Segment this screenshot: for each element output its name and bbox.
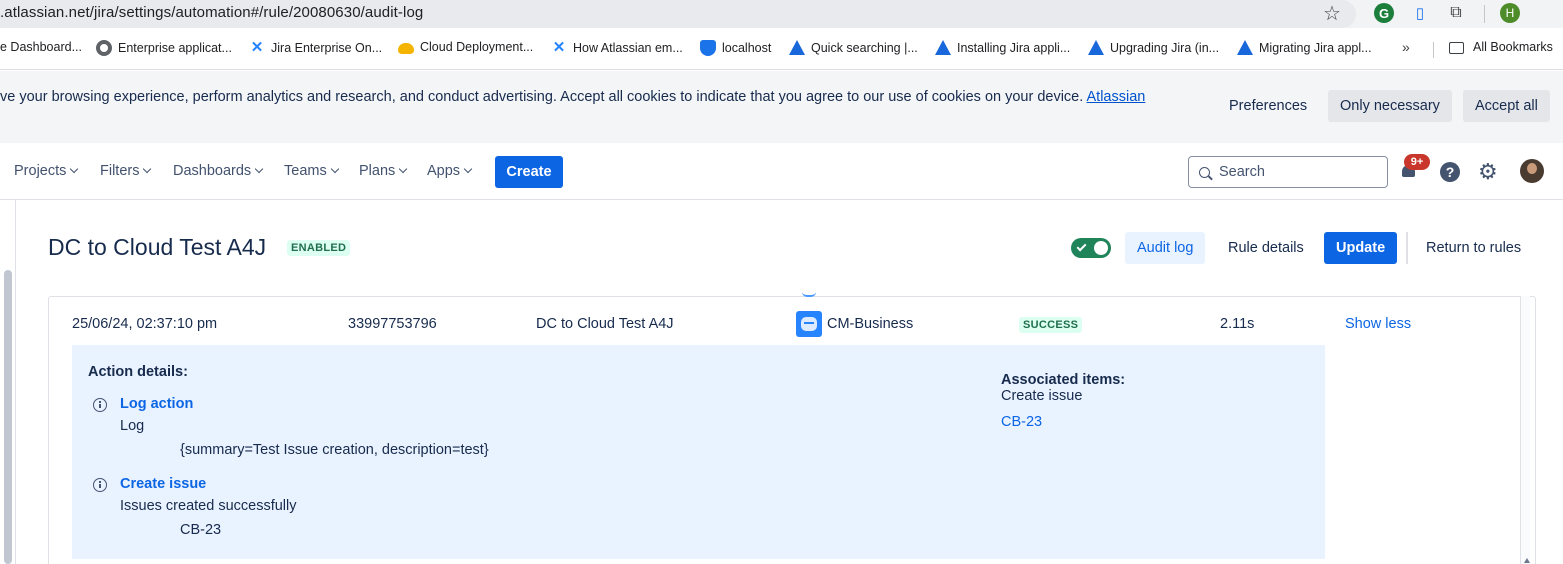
create-issue-link[interactable]: Create issue bbox=[120, 476, 206, 492]
log-action-link[interactable]: Log action bbox=[120, 396, 193, 412]
nav-dashboards[interactable]: Dashboards bbox=[173, 163, 264, 179]
show-less-link[interactable]: Show less bbox=[1345, 316, 1411, 332]
toolbar-divider bbox=[1484, 5, 1485, 23]
bookmark-item[interactable]: ✕ Jira Enterprise On... bbox=[249, 40, 382, 56]
action-line: Log bbox=[120, 418, 145, 434]
page-title: DC to Cloud Test A4J bbox=[48, 234, 267, 260]
rule-status-badge: ENABLED bbox=[287, 240, 351, 256]
jira-top-nav: Projects Filters Dashboards Teams Plans … bbox=[0, 143, 1563, 200]
chevron-down-icon bbox=[399, 164, 408, 174]
bookmark-item[interactable]: Migrating Jira appl... bbox=[1237, 40, 1372, 55]
info-icon bbox=[93, 398, 107, 412]
nav-plans[interactable]: Plans bbox=[359, 163, 408, 179]
sidebar-scrollbar[interactable] bbox=[4, 270, 12, 564]
header-divider bbox=[1406, 232, 1408, 264]
audit-rule-name: DC to Cloud Test A4J bbox=[536, 316, 674, 332]
folder-icon bbox=[1449, 42, 1464, 54]
atlassian-icon bbox=[789, 40, 805, 55]
bookmark-item[interactable]: ✕ How Atlassian em... bbox=[551, 40, 683, 56]
bookmark-item[interactable]: localhost bbox=[700, 40, 771, 56]
check-icon bbox=[1076, 241, 1087, 252]
bookmarks-divider bbox=[1433, 42, 1434, 58]
chevron-down-icon bbox=[330, 164, 339, 174]
audit-project: CM-Business bbox=[827, 316, 914, 332]
associated-items-heading: Associated items: bbox=[1001, 372, 1126, 388]
atlassian-icon bbox=[1237, 40, 1253, 55]
address-bar[interactable]: .atlassian.net/jira/settings/automation#… bbox=[0, 0, 1356, 28]
chevron-down-icon bbox=[463, 164, 473, 174]
search-input[interactable] bbox=[1219, 164, 1369, 180]
bookmark-item[interactable]: Upgrading Jira (in... bbox=[1088, 40, 1219, 55]
jira-icon: ✕ bbox=[552, 39, 566, 56]
audit-log-scrollbar[interactable] bbox=[1520, 296, 1530, 564]
update-button[interactable]: Update bbox=[1324, 232, 1398, 264]
audit-id: 33997753796 bbox=[348, 316, 437, 332]
project-avatar-icon bbox=[796, 311, 822, 337]
bookmark-item[interactable]: Installing Jira appli... bbox=[935, 40, 1070, 55]
nav-apps[interactable]: Apps bbox=[427, 163, 473, 179]
return-to-rules-button[interactable]: Return to rules bbox=[1414, 232, 1533, 264]
toggle-knob bbox=[1094, 241, 1108, 255]
search-box[interactable] bbox=[1188, 156, 1388, 188]
scroll-down-arrow-icon[interactable] bbox=[1524, 558, 1530, 563]
bookmark-item[interactable]: e Dashboard... bbox=[0, 40, 82, 54]
user-avatar[interactable] bbox=[1520, 159, 1544, 183]
bookmark-item[interactable]: Enterprise applicat... bbox=[96, 40, 232, 56]
nav-teams[interactable]: Teams bbox=[284, 163, 339, 179]
action-details-heading: Action details: bbox=[88, 364, 188, 380]
cookie-policy-link[interactable]: Atlassian bbox=[1087, 89, 1146, 105]
shield-icon bbox=[700, 40, 716, 56]
globe-icon bbox=[96, 40, 112, 56]
bookmark-item[interactable]: Cloud Deployment... bbox=[398, 40, 533, 54]
grammarly-extension-icon[interactable]: G bbox=[1374, 3, 1394, 23]
chevron-down-icon bbox=[254, 164, 264, 174]
nav-projects[interactable]: Projects bbox=[14, 163, 79, 179]
action-detail: CB-23 bbox=[180, 522, 222, 538]
audit-log-button[interactable]: Audit log bbox=[1125, 232, 1206, 264]
action-line: Issues created successfully bbox=[120, 498, 297, 514]
browser-toolbar: .atlassian.net/jira/settings/automation#… bbox=[0, 0, 1563, 28]
profile-avatar[interactable]: H bbox=[1500, 3, 1520, 23]
help-icon[interactable]: ? bbox=[1440, 162, 1460, 182]
create-button[interactable]: Create bbox=[495, 156, 563, 188]
bookmark-star-icon[interactable]: ☆ bbox=[1323, 1, 1341, 26]
chevron-down-icon bbox=[70, 164, 79, 174]
notifications-badge: 9+ bbox=[1404, 154, 1430, 170]
jira-icon: ✕ bbox=[250, 39, 264, 56]
audit-status-badge: SUCCESS bbox=[1019, 317, 1083, 333]
bookmark-item[interactable]: Quick searching |... bbox=[789, 40, 918, 55]
audit-duration: 2.11s bbox=[1220, 316, 1255, 332]
extensions-puzzle-icon[interactable]: ⧉ bbox=[1446, 3, 1466, 23]
associated-item-type: Create issue bbox=[1001, 388, 1083, 404]
cookie-only-necessary-button[interactable]: Only necessary bbox=[1328, 90, 1452, 122]
atlassian-icon bbox=[935, 40, 951, 55]
audit-date: 25/06/24, 02:37:10 pm bbox=[72, 316, 218, 332]
atlassian-icon bbox=[1088, 40, 1104, 55]
bookmarks-bar: e Dashboard... Enterprise applicat... ✕ J… bbox=[0, 28, 1563, 70]
search-icon bbox=[1199, 166, 1210, 178]
cloud-icon bbox=[398, 43, 414, 54]
nav-filters[interactable]: Filters bbox=[100, 163, 152, 179]
action-detail: {summary=Test Issue creation, descriptio… bbox=[180, 442, 489, 458]
chevron-down-icon bbox=[143, 164, 152, 174]
rule-details-button[interactable]: Rule details bbox=[1216, 232, 1316, 264]
settings-gear-icon[interactable]: ⚙ bbox=[1478, 160, 1498, 184]
document-extension-icon[interactable]: ▯ bbox=[1410, 3, 1430, 23]
cookie-preferences-button[interactable]: Preferences bbox=[1217, 90, 1319, 122]
cookie-banner: ve your browsing experience, perform ana… bbox=[0, 71, 1563, 143]
all-bookmarks-button[interactable]: All Bookmarks bbox=[1473, 40, 1553, 54]
associated-issue-link[interactable]: CB-23 bbox=[1001, 414, 1042, 430]
info-icon bbox=[93, 478, 107, 492]
cookie-text: ve your browsing experience, perform ana… bbox=[0, 89, 1146, 105]
cookie-accept-all-button[interactable]: Accept all bbox=[1463, 90, 1550, 122]
rule-enabled-toggle[interactable] bbox=[1071, 238, 1111, 258]
url-text[interactable]: .atlassian.net/jira/settings/automation#… bbox=[0, 4, 423, 21]
more-bookmarks-chevron-icon[interactable]: » bbox=[1402, 39, 1410, 55]
